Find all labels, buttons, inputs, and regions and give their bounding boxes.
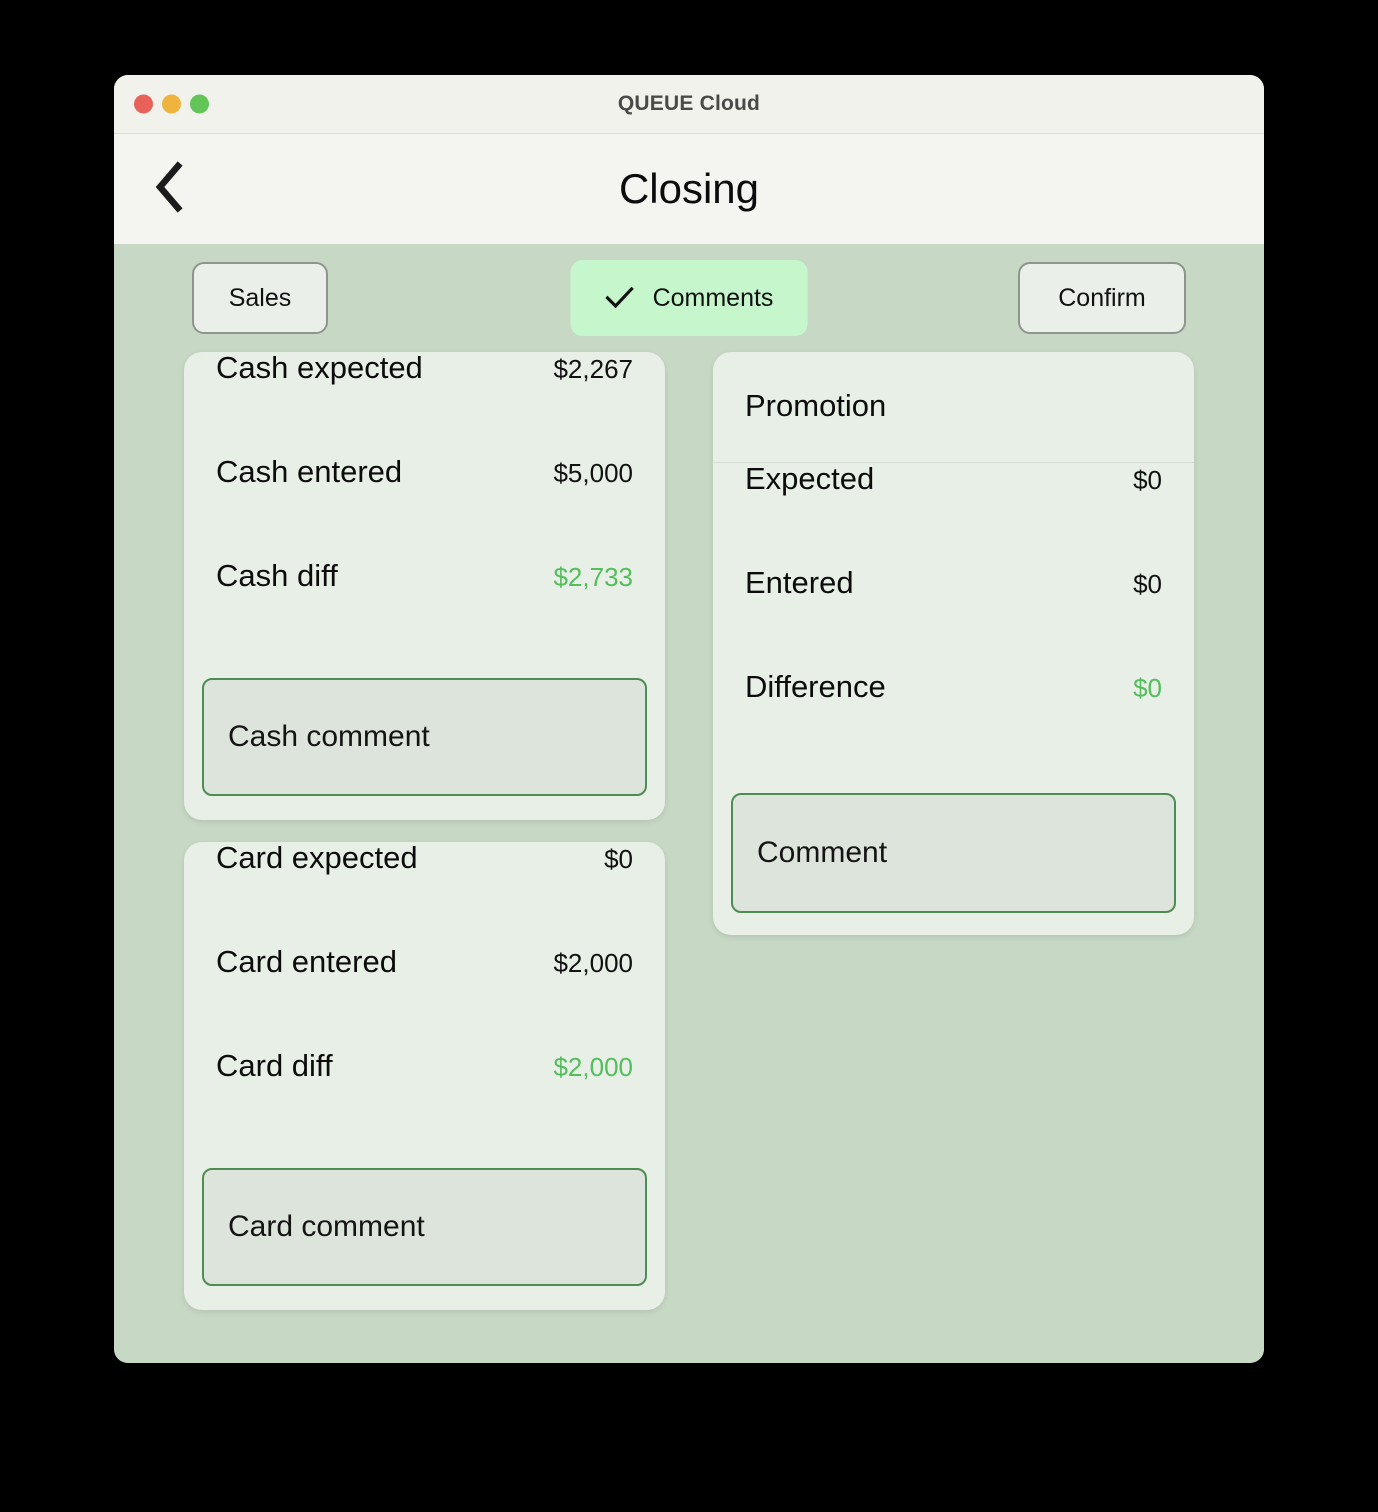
cash-expected-label: Cash expected xyxy=(216,350,423,385)
card-diff-value: $2,000 xyxy=(553,1052,633,1082)
left-column: Cash expected $2,267 Cash entered $5,000… xyxy=(184,352,665,1310)
zoom-window-button[interactable] xyxy=(190,94,209,114)
promotion-difference-label: Difference xyxy=(745,669,886,704)
card-entered-value: $2,000 xyxy=(553,948,633,978)
card-entered-label: Card entered xyxy=(216,944,397,979)
card-expected-value: $0 xyxy=(604,844,633,874)
comments-toggle-label: Comments xyxy=(652,283,774,312)
promotion-comment-input[interactable]: Comment xyxy=(731,793,1176,913)
app-header: Closing xyxy=(114,134,1264,244)
close-window-button[interactable] xyxy=(134,94,153,114)
confirm-button-label: Confirm xyxy=(1058,283,1146,312)
promotion-entered-value: $0 xyxy=(1133,569,1162,599)
promotion-difference-value: $0 xyxy=(1133,673,1162,703)
sales-button[interactable]: Sales xyxy=(192,262,328,334)
table-row: Expected $0 xyxy=(713,463,1194,567)
screen: QUEUE Cloud Closing Sales Comments Confi… xyxy=(0,0,1378,1512)
app-window: QUEUE Cloud Closing Sales Comments Confi… xyxy=(114,75,1264,1363)
promotion-comment-placeholder: Comment xyxy=(757,836,888,869)
window-title: QUEUE Cloud xyxy=(617,92,761,115)
traffic-lights xyxy=(134,94,209,114)
confirm-button[interactable]: Confirm xyxy=(1018,262,1186,334)
window-titlebar: QUEUE Cloud xyxy=(114,75,1264,134)
cash-comment-placeholder: Cash comment xyxy=(228,720,430,753)
cash-diff-label: Cash diff xyxy=(216,558,338,593)
right-column: Promotion Expected $0 Entered $0 Differe… xyxy=(713,352,1194,935)
check-icon xyxy=(605,286,635,310)
toolbar: Sales Comments Confirm xyxy=(114,244,1264,352)
card-card: Card expected $0 Card entered $2,000 Car… xyxy=(184,842,665,1310)
promotion-card: Promotion Expected $0 Entered $0 Differe… xyxy=(713,352,1194,935)
promotion-expected-value: $0 xyxy=(1133,465,1162,495)
table-row: Card diff $2,000 xyxy=(184,1050,665,1154)
sales-button-label: Sales xyxy=(228,283,292,312)
table-row: Entered $0 xyxy=(713,567,1194,671)
table-row: Cash expected $2,267 xyxy=(184,352,665,456)
table-row: Difference $0 xyxy=(713,671,1194,775)
cash-expected-value: $2,267 xyxy=(553,354,633,384)
comments-toggle-button[interactable]: Comments xyxy=(570,260,808,336)
promotion-card-title: Promotion xyxy=(713,352,1194,463)
app-body: Sales Comments Confirm Cash expected $2,… xyxy=(114,244,1264,1363)
page-title: Closing xyxy=(618,165,760,212)
content-columns: Cash expected $2,267 Cash entered $5,000… xyxy=(114,352,1264,1310)
table-row: Card entered $2,000 xyxy=(184,946,665,1050)
minimize-window-button[interactable] xyxy=(162,94,181,114)
cash-card: Cash expected $2,267 Cash entered $5,000… xyxy=(184,352,665,820)
cash-entered-label: Cash entered xyxy=(216,454,403,489)
card-comment-input[interactable]: Card comment xyxy=(202,1168,647,1286)
back-button[interactable] xyxy=(140,160,198,218)
card-comment-placeholder: Card comment xyxy=(228,1210,425,1243)
chevron-left-icon xyxy=(152,160,186,218)
table-row: Card expected $0 xyxy=(184,842,665,946)
cash-diff-value: $2,733 xyxy=(553,562,633,592)
promotion-entered-label: Entered xyxy=(745,565,854,600)
cash-comment-input[interactable]: Cash comment xyxy=(202,678,647,796)
card-expected-label: Card expected xyxy=(216,840,418,875)
table-row: Cash entered $5,000 xyxy=(184,456,665,560)
table-row: Cash diff $2,733 xyxy=(184,560,665,664)
card-diff-label: Card diff xyxy=(216,1048,333,1083)
promotion-expected-label: Expected xyxy=(745,461,875,496)
cash-entered-value: $5,000 xyxy=(553,458,633,488)
